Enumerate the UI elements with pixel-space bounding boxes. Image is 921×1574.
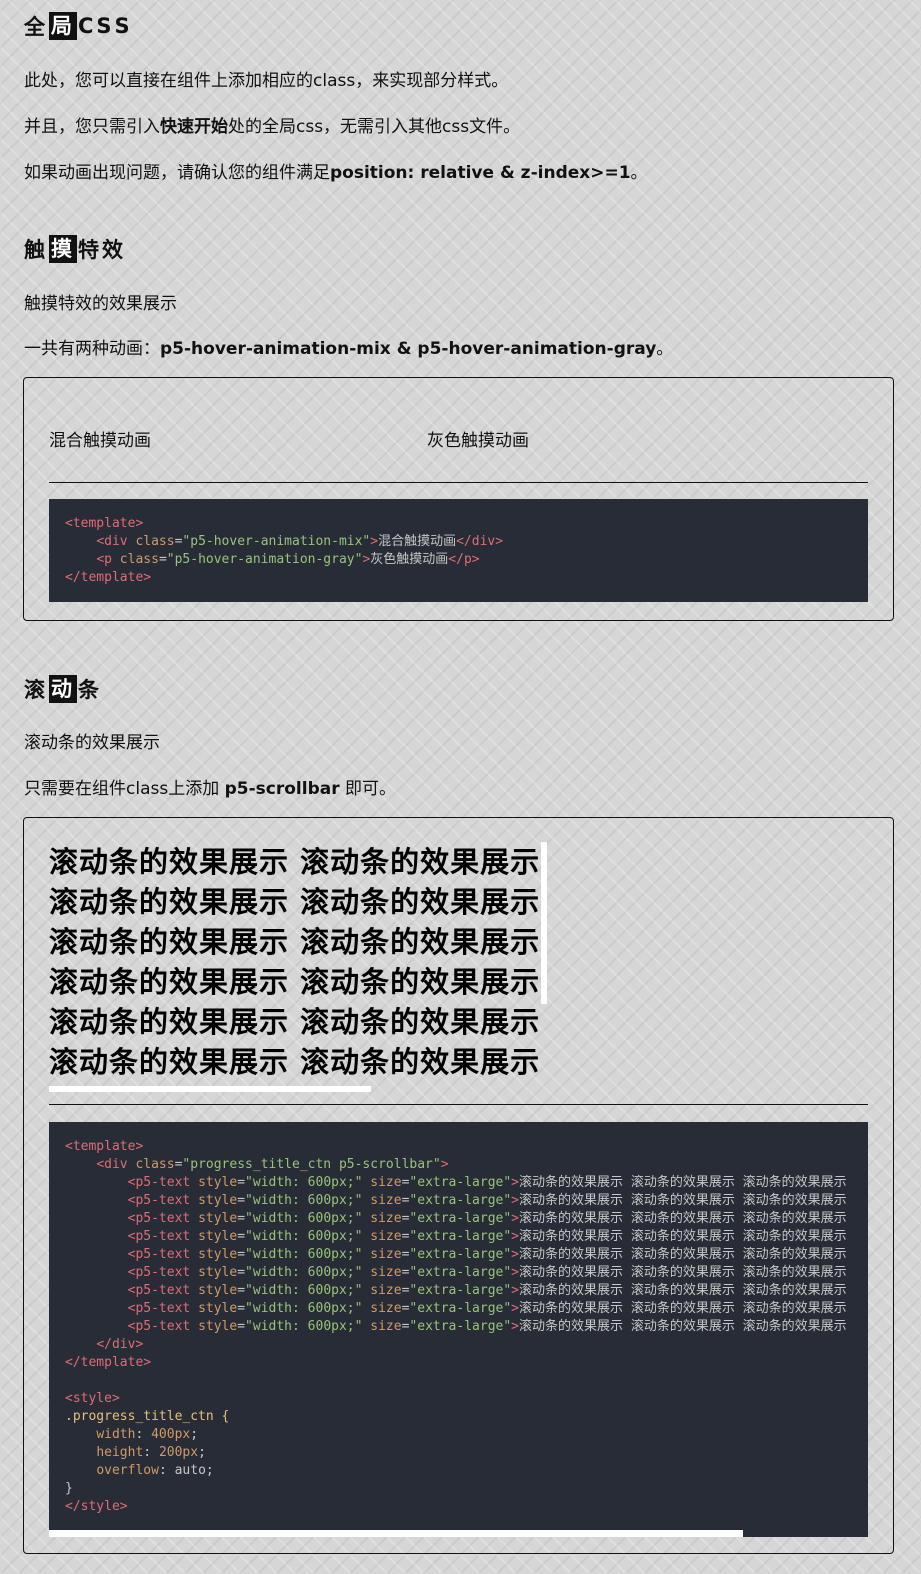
scroll-demo-line: 滚动条的效果展示 滚动条的效果展示	[49, 925, 541, 959]
touch-heading: 触 摸 特 效	[24, 235, 126, 263]
scrollbar-intro: 滚动条的效果展示	[24, 733, 160, 753]
global-css-heading: 全 局 C S S	[24, 10, 897, 42]
global-css-intro: 此处，您可以直接在组件上添加相应的class，来实现部分样式。	[24, 71, 509, 91]
scrollbar-section: 滚 动 条	[24, 673, 897, 705]
touch-intro: 触摸特效的效果展示	[24, 294, 177, 314]
global-css-section: 全 局 C S S	[24, 10, 897, 42]
heading-char-boxed: 局	[49, 12, 77, 40]
heading-char: 全	[24, 15, 48, 39]
scroll-demo-line: 滚动条的效果展示 滚动条的效果展示	[49, 965, 541, 999]
heading-char: S	[114, 14, 133, 38]
hover-gray-demo[interactable]: 灰色触摸动画	[427, 426, 529, 451]
scrollbar-code-block: <template> <div class="progress_title_ct…	[49, 1122, 868, 1537]
scrollbar-demo-box: 滚动条的效果展示 滚动条的效果展示 滚动条的效果展示 滚动条的效果展示 滚动条的效果…	[23, 817, 894, 1554]
touch-section: 触 摸 特 效	[24, 233, 897, 265]
code-horizontal-scrollbar-thumb[interactable]	[49, 1530, 743, 1537]
scroll-demo-line: 滚动条的效果展示 滚动条的效果展示	[49, 845, 541, 879]
scroll-demo-area[interactable]: 滚动条的效果展示 滚动条的效果展示 滚动条的效果展示 滚动条的效果展示 滚动条的效果…	[49, 842, 549, 1092]
touch-code-block: <template> <div class="p5-hover-animatio…	[49, 499, 868, 602]
quick-start-link[interactable]: 快速开始	[160, 117, 228, 137]
touch-demo-box: 混合触摸动画 灰色触摸动画 <template> <div class="p5-…	[23, 377, 894, 621]
global-css-import-note: 并且，您只需引入快速开始处的全局css，无需引入其他css文件。	[24, 117, 521, 137]
scroll-demo-line: 滚动条的效果展示 滚动条的效果展示	[49, 1005, 541, 1039]
scroll-demo-line: 滚动条的效果展示 滚动条的效果展示	[49, 885, 541, 919]
scrollbar-heading: 滚 动 条	[24, 675, 102, 703]
horizontal-scrollbar-thumb[interactable]	[49, 1086, 371, 1092]
global-css-animation-note: 如果动画出现问题，请确认您的组件满足position: relative & z…	[24, 163, 648, 183]
scrollbar-usage: 只需要在组件class上添加 p5-scrollbar 即可。	[24, 779, 397, 799]
heading-char: S	[96, 14, 115, 38]
scroll-demo-line: 滚动条的效果展示 滚动条的效果展示	[49, 1045, 541, 1079]
demo-divider	[49, 482, 868, 483]
heading-char: C	[78, 14, 97, 38]
touch-animation-types: 一共有两种动画：p5-hover-animation-mix & p5-hove…	[24, 339, 674, 359]
vertical-scrollbar-thumb[interactable]	[541, 842, 547, 1004]
hover-mix-demo[interactable]: 混合触摸动画	[49, 426, 151, 451]
demo-divider	[49, 1104, 868, 1105]
